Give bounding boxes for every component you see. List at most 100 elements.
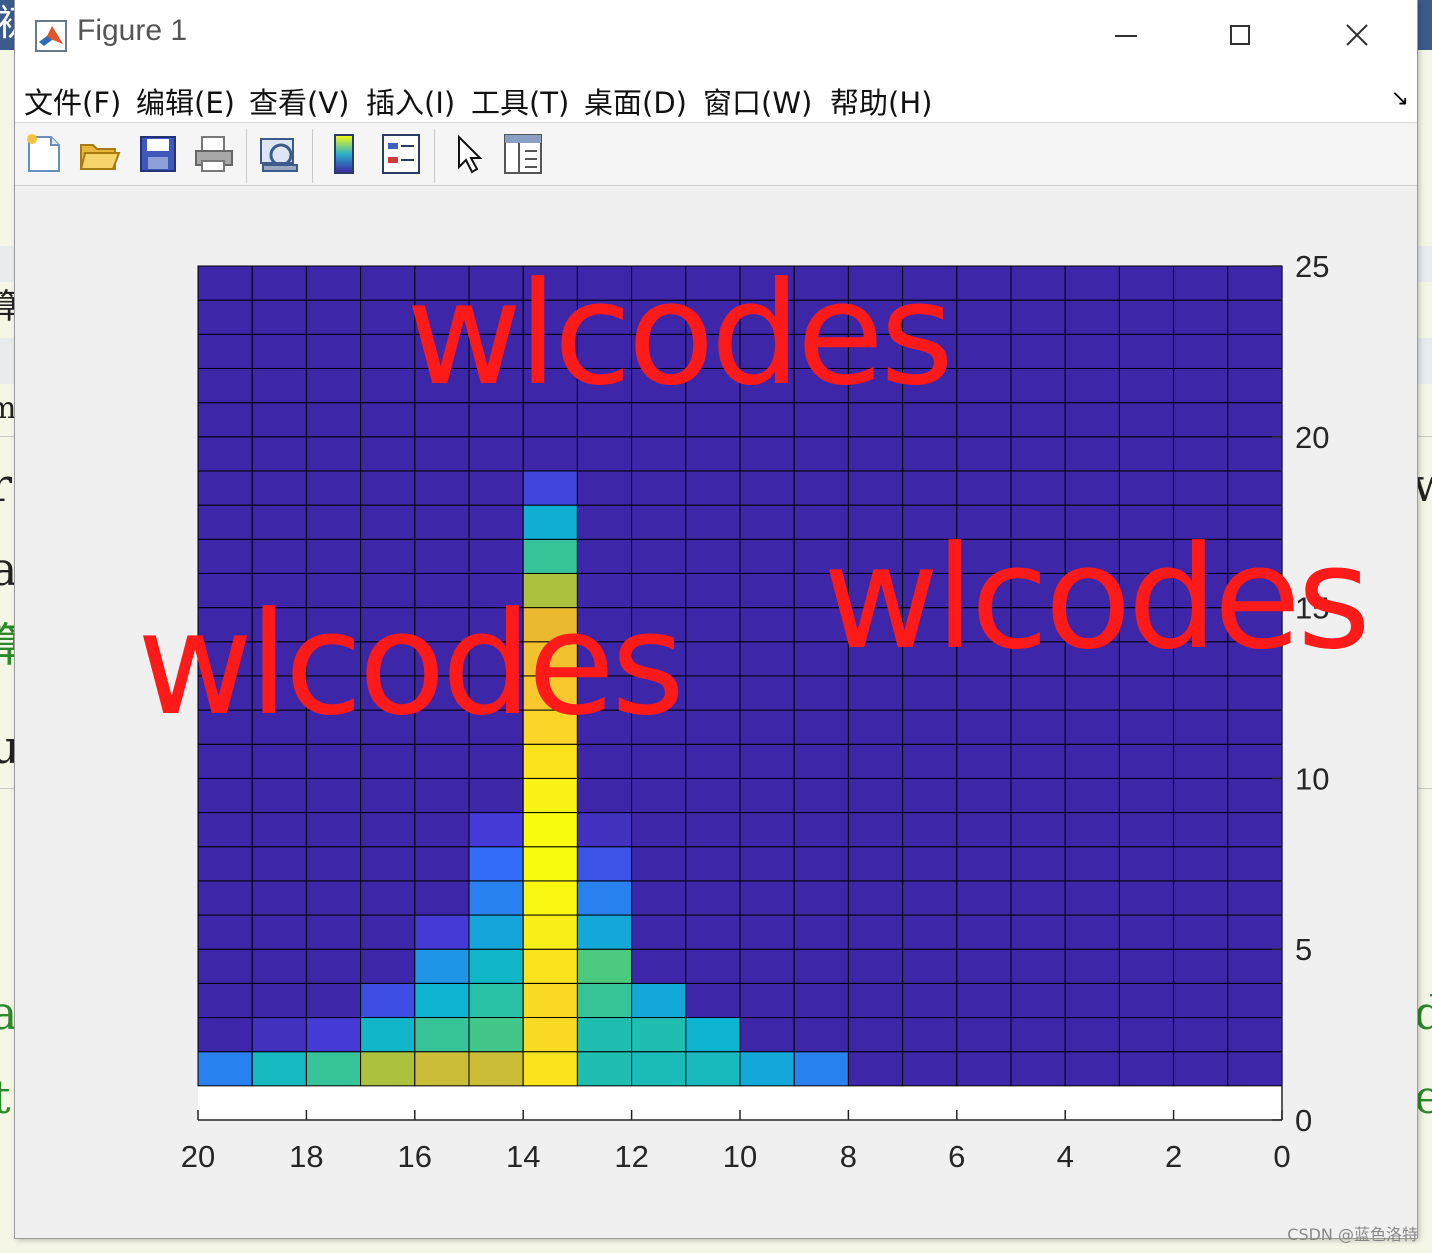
- heatmap-cell: [1227, 402, 1283, 438]
- heatmap-cell: [847, 846, 904, 882]
- heatmap-cell: [468, 504, 524, 540]
- heatmap-cell: [1118, 914, 1175, 950]
- menu-edit[interactable]: 编辑(E): [136, 80, 235, 122]
- menu-view[interactable]: 查看(V): [249, 80, 349, 122]
- heatmap-cell: [847, 436, 904, 472]
- heatmap-cell: [576, 743, 633, 779]
- heatmap-cell: [360, 1051, 416, 1087]
- heatmap-cell: [522, 812, 578, 848]
- menu-window[interactable]: 窗口(W): [703, 80, 812, 122]
- heatmap-cell: [847, 1017, 904, 1053]
- heatmap-cell: [1064, 675, 1120, 711]
- insert-colorbar-icon[interactable]: [323, 131, 367, 177]
- heatmap-cell: [251, 1051, 307, 1087]
- heatmap-cell: [522, 470, 578, 506]
- heatmap-cell: [197, 402, 253, 438]
- heatmap-cell: [739, 777, 795, 814]
- heatmap-cell: [631, 914, 687, 950]
- heatmap-cell: [1010, 846, 1066, 882]
- heatmap-cell: [739, 538, 795, 574]
- menu-file[interactable]: 文件(F): [24, 80, 121, 122]
- x-tick-label: 0: [1273, 1139, 1290, 1174]
- property-inspector-icon[interactable]: [501, 131, 545, 177]
- heatmap-cell: [793, 846, 849, 882]
- heatmap-cell: [251, 402, 307, 438]
- save-icon[interactable]: [136, 131, 180, 177]
- heatmap-cell: [360, 743, 416, 779]
- heatmap-cell: [1064, 1017, 1120, 1053]
- heatmap-cell: [1118, 982, 1175, 1019]
- heatmap-cell: [197, 538, 253, 574]
- heatmap-cell: [1064, 812, 1120, 848]
- heatmap-cell: [685, 607, 741, 643]
- menu-tools[interactable]: 工具(T): [471, 80, 569, 122]
- heatmap-cell: [251, 504, 307, 540]
- heatmap-cell: [1173, 265, 1229, 301]
- heatmap-cell: [576, 777, 633, 814]
- background-text: m: [0, 391, 17, 426]
- heatmap-cell: [1227, 743, 1283, 779]
- heatmap-cell: [1227, 470, 1283, 506]
- edit-plot-arrow-icon[interactable]: [447, 131, 491, 177]
- heatmap-cell: [576, 914, 633, 950]
- heatmap-cell: [902, 675, 958, 711]
- heatmap-cell: [305, 367, 362, 404]
- heatmap-cell: [793, 470, 849, 506]
- open-file-icon[interactable]: [77, 131, 121, 177]
- menu-desktop[interactable]: 桌面(D): [584, 80, 687, 122]
- print-preview-icon[interactable]: [257, 131, 301, 177]
- heatmap-cell: [1173, 777, 1229, 814]
- heatmap-cell: [251, 265, 307, 301]
- heatmap-cell: [468, 538, 524, 574]
- heatmap-cell: [360, 812, 416, 848]
- heatmap-cell: [685, 1051, 741, 1087]
- title-bar[interactable]: Figure 1: [15, 0, 1417, 72]
- heatmap-cell: [468, 982, 524, 1019]
- heatmap-cell: [1118, 1051, 1175, 1087]
- heatmap-cell: [576, 948, 633, 984]
- minimize-icon[interactable]: [1095, 12, 1155, 58]
- heatmap-cell: [685, 470, 741, 506]
- heatmap-cell: [631, 504, 687, 540]
- heatmap-cell: [197, 812, 253, 848]
- heatmap-cell: [1010, 777, 1066, 814]
- heatmap-cell: [197, 436, 253, 472]
- toolbar-separator: [246, 129, 247, 183]
- heatmap-cell: [685, 914, 741, 950]
- heatmap-cell: [1010, 367, 1066, 404]
- close-icon[interactable]: [1327, 12, 1387, 58]
- heatmap-cell: [956, 1017, 1012, 1053]
- heatmap-cell: [631, 1017, 687, 1053]
- menu-help[interactable]: 帮助(H): [830, 80, 932, 122]
- print-icon[interactable]: [192, 131, 236, 177]
- heatmap-cell: [1227, 880, 1283, 916]
- heatmap-cell: [1118, 948, 1175, 984]
- heatmap-cell: [1118, 846, 1175, 882]
- heatmap-cell: [305, 777, 362, 814]
- heatmap-cell: [251, 948, 307, 984]
- insert-legend-icon[interactable]: [379, 131, 423, 177]
- heatmap-cell: [1010, 1051, 1066, 1087]
- heatmap-cell: [414, 948, 470, 984]
- heatmap-cell: [1118, 470, 1175, 506]
- heatmap-cell: [414, 777, 470, 814]
- heatmap-cell: [902, 1051, 958, 1087]
- heatmap-cell: [1173, 709, 1229, 745]
- menu-insert[interactable]: 插入(I): [366, 80, 455, 122]
- heatmap-cell: [1173, 436, 1229, 472]
- y-tick-label: 0: [1295, 1103, 1312, 1138]
- heatmap-cell: [576, 1051, 633, 1087]
- heatmap-cell: [1227, 709, 1283, 745]
- heatmap-cell: [360, 914, 416, 950]
- heatmap-cell: [522, 743, 578, 779]
- x-tick-label: 10: [723, 1139, 757, 1174]
- heatmap-cell: [251, 982, 307, 1019]
- new-figure-icon[interactable]: [23, 131, 67, 177]
- heatmap-cell: [414, 880, 470, 916]
- maximize-icon[interactable]: [1210, 12, 1270, 58]
- heatmap-cell: [956, 777, 1012, 814]
- heatmap-cell: [468, 948, 524, 984]
- heatmap-cell: [576, 470, 633, 506]
- heatmap-cell: [197, 777, 253, 814]
- dock-arrow-icon[interactable]: ↘: [1391, 86, 1409, 111]
